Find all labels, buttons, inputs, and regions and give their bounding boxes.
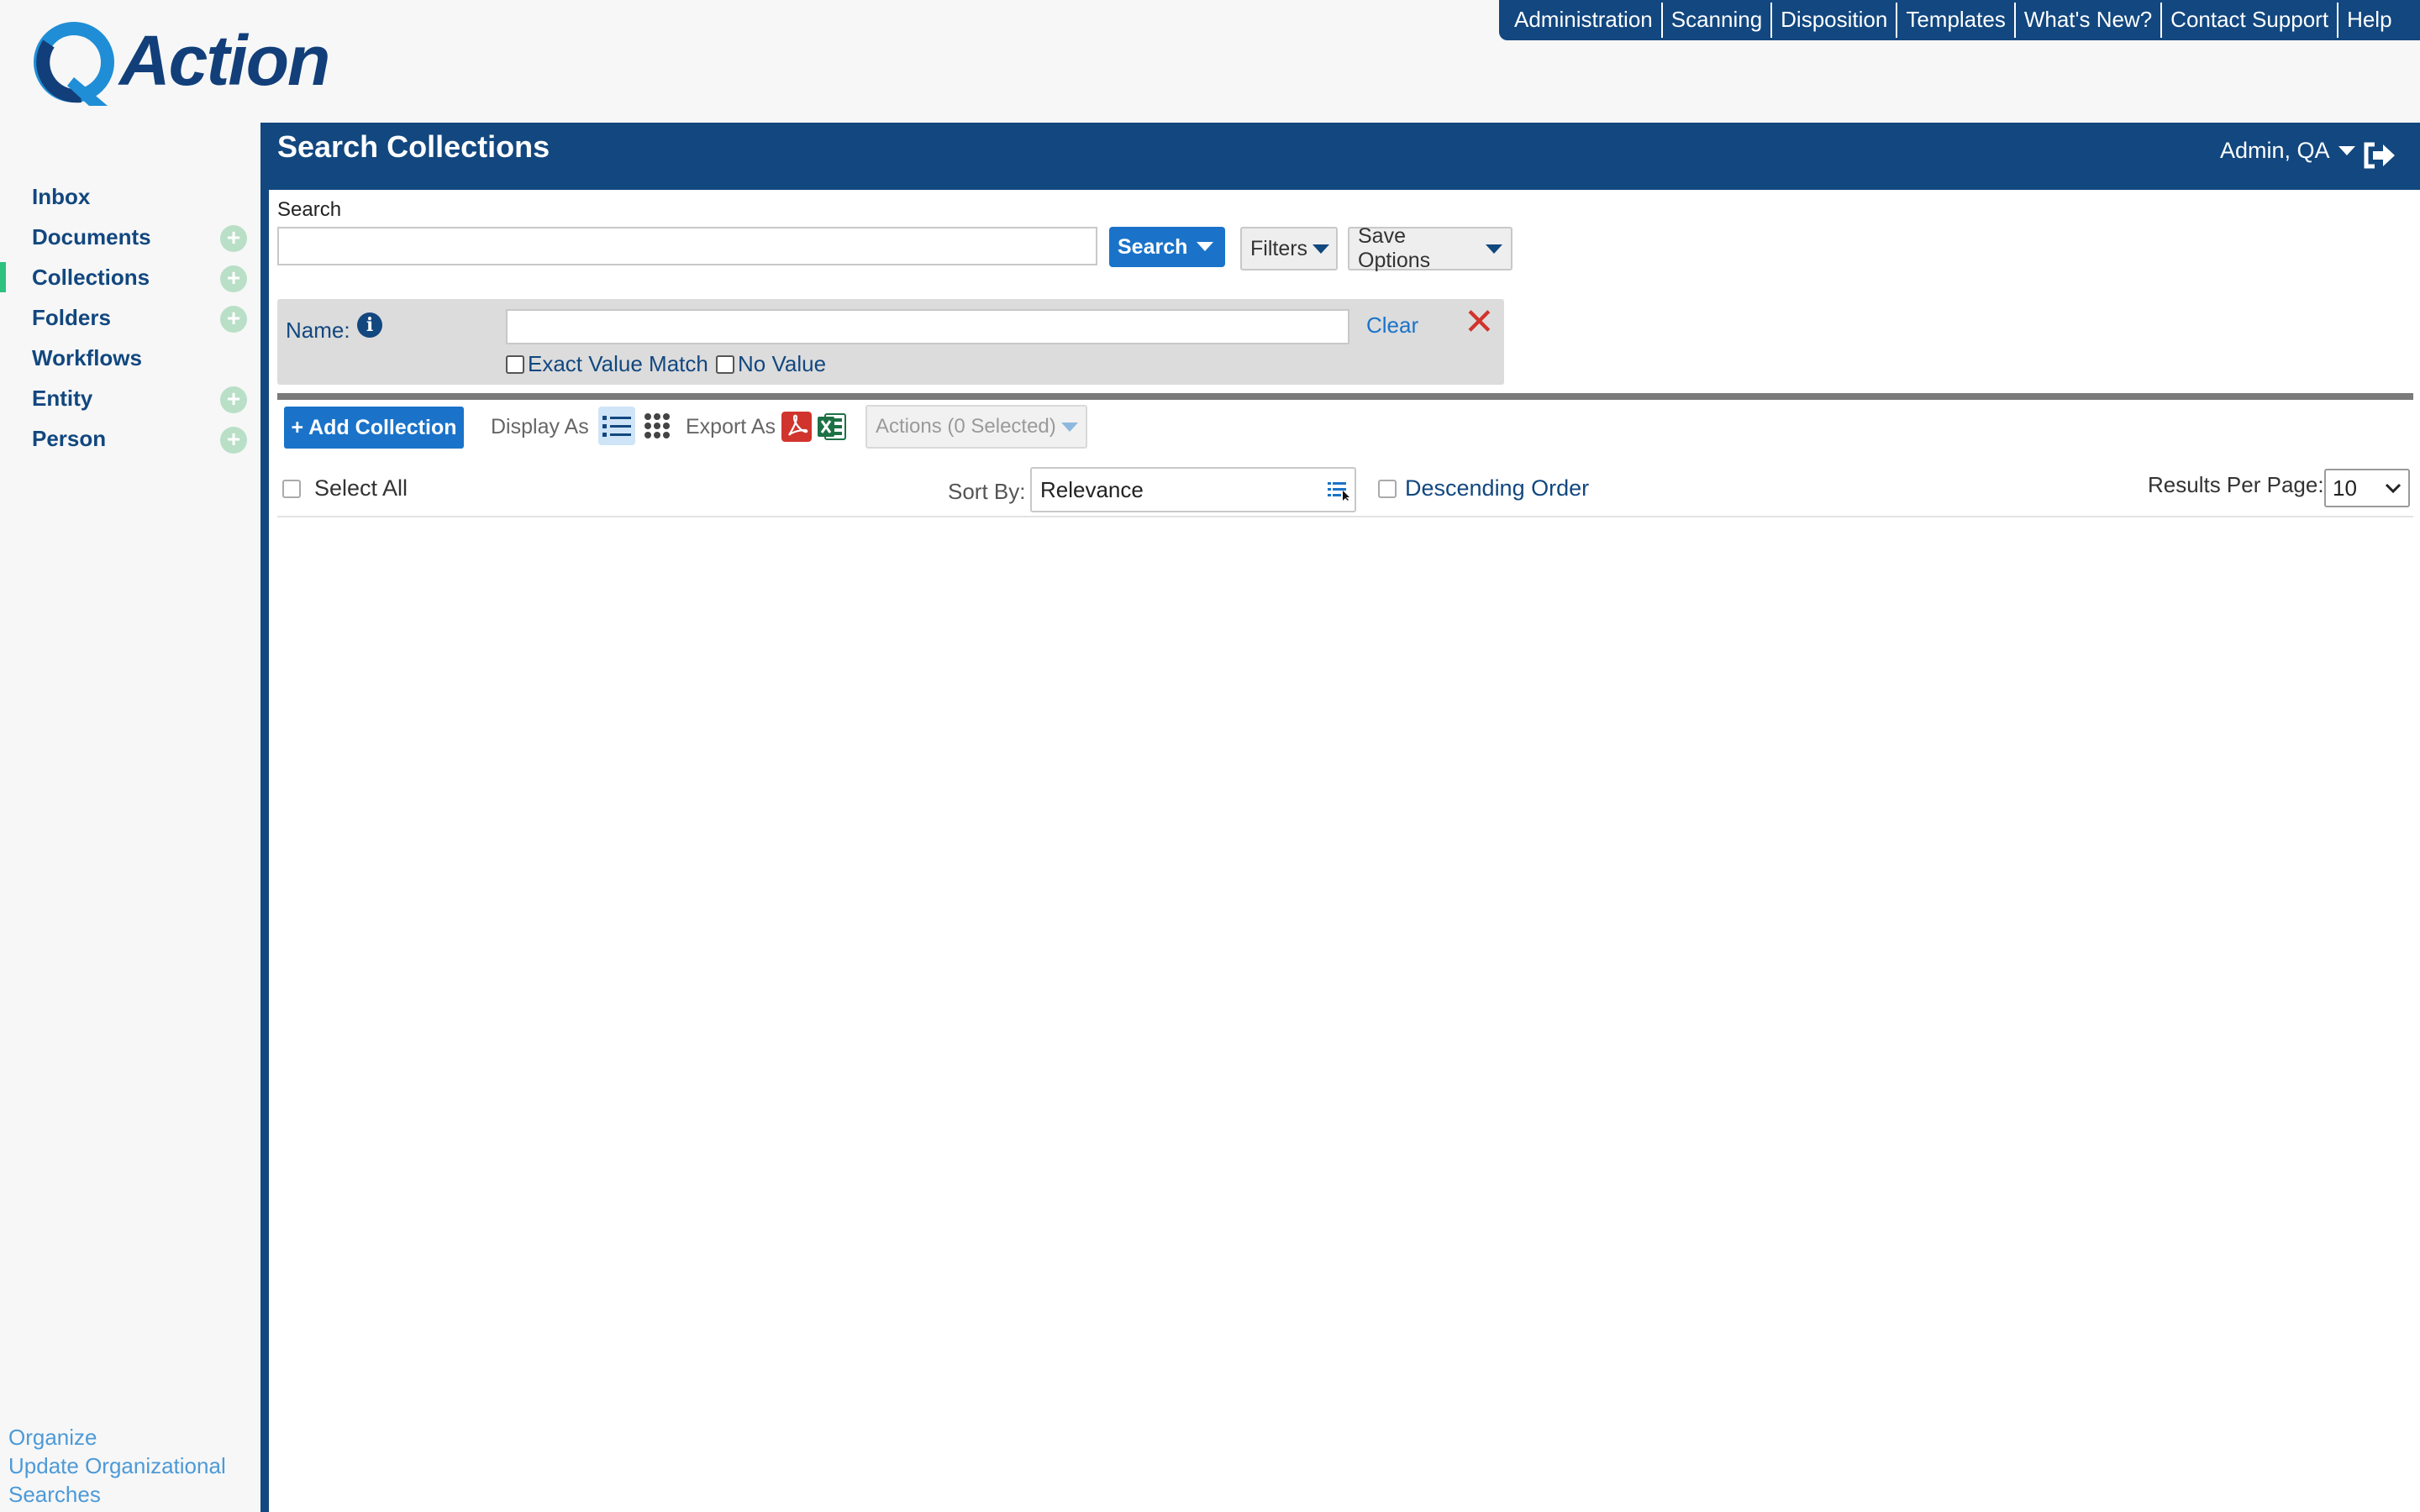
add-entity-plus-icon[interactable]: + — [220, 386, 247, 413]
organize-link[interactable]: Organize — [8, 1423, 252, 1452]
chevron-down-icon[interactable] — [1197, 242, 1213, 251]
top-navigation: Administration Scanning Disposition Temp… — [1499, 0, 2420, 40]
filters-button-label: Filters — [1250, 236, 1308, 260]
descending-order-checkbox[interactable] — [1378, 479, 1397, 498]
name-filter-label: Name: — [286, 318, 350, 343]
topnav-templates[interactable]: Templates — [1897, 3, 2016, 38]
sort-by-select[interactable]: Relevance — [1030, 467, 1356, 512]
exact-value-match-option[interactable]: Exact Value Match — [506, 351, 708, 377]
name-filter-input[interactable] — [506, 309, 1349, 344]
select-all-option[interactable]: Select All — [282, 475, 408, 501]
sidebar-item-label: Person — [32, 425, 107, 451]
clear-filter-link[interactable]: Clear — [1366, 312, 1418, 339]
chevron-down-icon — [1060, 422, 1078, 432]
topnav-whats-new[interactable]: What's New? — [2016, 3, 2163, 38]
grid-view-icon[interactable] — [639, 407, 676, 445]
add-person-plus-icon[interactable]: + — [220, 427, 247, 454]
descending-order-option[interactable]: Descending Order — [1378, 475, 1589, 501]
chevron-down-icon — [2385, 483, 2402, 494]
name-filter-panel: Name: i Clear ✕ Exact Value Match No Val… — [277, 299, 1504, 385]
pdf-export-icon[interactable] — [781, 412, 812, 442]
no-value-checkbox[interactable] — [716, 354, 734, 374]
save-options-button[interactable]: Save Options — [1348, 224, 1512, 272]
update-organizational-searches-link[interactable]: Update Organizational — [8, 1452, 252, 1480]
sidebar-item-label: Documents — [32, 223, 151, 249]
results-per-page-value: 10 — [2333, 475, 2357, 501]
actions-dropdown[interactable]: Actions (0 Selected) — [865, 405, 1087, 449]
select-all-checkbox[interactable] — [282, 479, 301, 498]
add-folder-plus-icon[interactable]: + — [220, 306, 247, 333]
sidebar-item-folders[interactable]: Folders + — [0, 297, 260, 338]
results-per-page-select[interactable]: 10 — [2324, 469, 2410, 507]
update-organizational-searches-link-continued[interactable]: Searches — [8, 1480, 252, 1509]
sidebar-item-inbox[interactable]: Inbox — [0, 176, 260, 217]
topnav-help[interactable]: Help — [2338, 3, 2400, 38]
sidebar-item-documents[interactable]: Documents + — [0, 217, 260, 257]
topnav-scanning[interactable]: Scanning — [1663, 3, 1773, 38]
sort-list-icon — [1328, 482, 1349, 501]
user-menu[interactable]: Admin, QA — [2220, 138, 2355, 164]
results-divider — [277, 516, 2413, 517]
add-collection-plus-icon[interactable]: + — [220, 265, 247, 292]
export-as-label: Export As — [686, 415, 776, 438]
add-collection-button[interactable]: + Add Collection — [284, 407, 464, 449]
logo-q-mark-icon — [34, 22, 114, 106]
topnav-disposition[interactable]: Disposition — [1772, 3, 1898, 38]
sort-by-label: Sort By: — [948, 479, 1026, 504]
page-title: Search Collections — [277, 129, 550, 164]
section-divider — [277, 393, 2413, 400]
add-document-plus-icon[interactable]: + — [220, 225, 247, 252]
list-view-icon[interactable] — [598, 407, 635, 445]
sidebar-item-person[interactable]: Person + — [0, 418, 260, 459]
results-list — [277, 519, 2413, 1494]
select-all-label: Select All — [314, 475, 408, 501]
sidebar-item-label: Inbox — [32, 183, 91, 209]
logo-text: Action — [119, 21, 330, 100]
main-panel: Search Collections Admin, QA Search Sear… — [260, 123, 2420, 1512]
display-as-label: Display As — [491, 415, 589, 438]
chevron-down-icon — [1313, 244, 1330, 254]
chevron-down-icon — [2338, 146, 2355, 155]
sidebar-footer-links: Organize Update Organizational Searches — [8, 1423, 252, 1509]
save-options-button-label: Save Options — [1358, 224, 1431, 272]
user-name: Admin, QA — [2220, 138, 2330, 163]
sidebar: Inbox Documents + Collections + Folders … — [0, 176, 260, 459]
filters-button[interactable]: Filters — [1240, 227, 1338, 270]
page-header: Search Collections Admin, QA — [269, 123, 2420, 190]
sidebar-item-label: Workflows — [32, 344, 142, 370]
descending-order-label: Descending Order — [1405, 475, 1590, 501]
close-icon[interactable]: ✕ — [1464, 304, 1495, 341]
info-icon[interactable]: i — [357, 312, 382, 338]
sort-by-value: Relevance — [1040, 476, 1144, 502]
sidebar-item-label: Folders — [32, 304, 111, 330]
sidebar-item-entity[interactable]: Entity + — [0, 378, 260, 418]
excel-export-icon[interactable] — [817, 412, 847, 442]
no-value-label: No Value — [738, 351, 827, 376]
search-button-label: Search — [1118, 234, 1188, 259]
search-label: Search — [277, 198, 342, 221]
sidebar-item-label: Entity — [32, 385, 93, 411]
chevron-down-icon — [1486, 244, 1502, 254]
topnav-contact-support[interactable]: Contact Support — [2162, 3, 2339, 38]
search-button[interactable]: Search — [1109, 227, 1225, 267]
actions-dropdown-label: Actions (0 Selected) — [876, 415, 1056, 438]
no-value-option[interactable]: No Value — [716, 351, 826, 377]
exact-value-match-checkbox[interactable] — [506, 354, 524, 374]
exact-value-match-label: Exact Value Match — [528, 351, 708, 376]
sidebar-item-collections[interactable]: Collections + — [0, 257, 260, 297]
topnav-administration[interactable]: Administration — [1506, 3, 1663, 38]
app-logo[interactable]: Action — [30, 18, 333, 108]
results-per-page-label: Results Per Page: — [2148, 472, 2324, 497]
sidebar-item-workflows[interactable]: Workflows — [0, 338, 260, 378]
search-input[interactable] — [277, 227, 1097, 265]
logout-icon[interactable] — [2363, 141, 2396, 170]
sidebar-item-label: Collections — [32, 264, 150, 290]
